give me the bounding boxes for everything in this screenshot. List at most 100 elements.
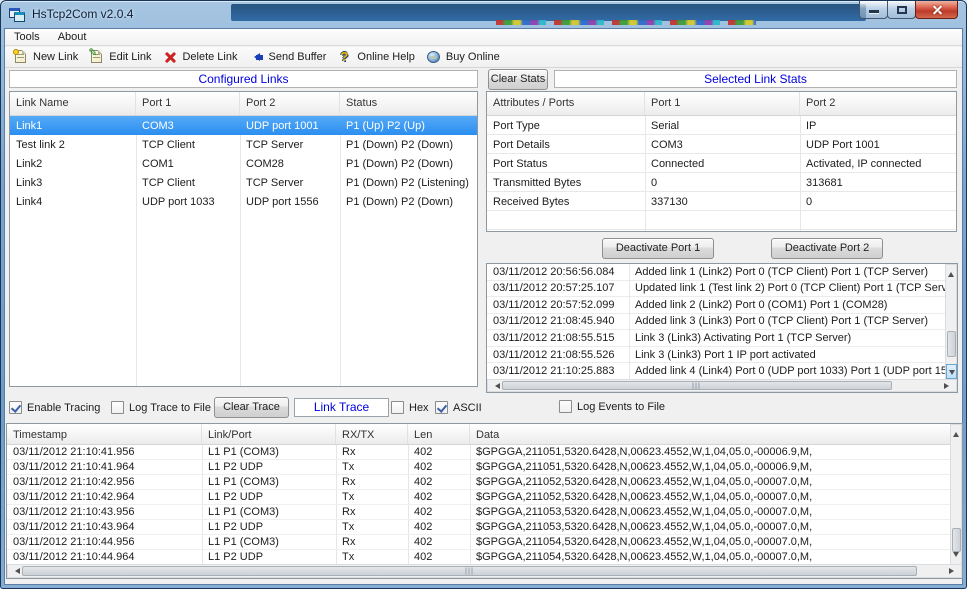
stats-row: Received Bytes 337130 0 <box>487 192 956 211</box>
scroll-down-icon[interactable] <box>953 552 959 560</box>
link-row[interactable]: Link2 COM1 COM28 P1 (Down) P2 (Down) <box>10 154 477 173</box>
link-trace-title: Link Trace <box>294 398 389 417</box>
enable-tracing-checkbox[interactable] <box>9 401 22 414</box>
scroll-down-button[interactable] <box>946 364 957 379</box>
trace-row[interactable]: 03/11/2012 21:10:44.964 L1 P2 UDP Tx 402… <box>7 550 952 565</box>
column-header: Attributes / Ports <box>487 92 645 115</box>
trace-vscrollbar[interactable] <box>950 424 962 565</box>
window-title: HsTcp2Com v2.0.4 <box>32 7 133 21</box>
maximize-icon <box>897 6 907 14</box>
trace-row[interactable]: 03/11/2012 21:10:43.964 L1 P2 UDP Tx 402… <box>7 520 952 535</box>
scroll-left-icon[interactable] <box>492 383 500 389</box>
column-divider <box>629 264 630 380</box>
event-row[interactable]: 03/11/2012 21:10:25.883 Added link 4 (Li… <box>487 363 946 380</box>
new-document-icon <box>13 49 29 65</box>
scroll-up-icon[interactable] <box>953 429 959 437</box>
deactivate-port1-button[interactable]: Deactivate Port 1 <box>602 238 714 259</box>
log-trace-label: Log Trace to File <box>129 402 211 414</box>
toolbar: New Link ✎ Edit Link Delete Link Send Bu… <box>5 47 962 68</box>
link-row[interactable]: Link1 COM3 UDP port 1001 P1 (Up) P2 (Up) <box>10 116 477 135</box>
log-trace-checkbox[interactable] <box>111 401 124 414</box>
column-header[interactable]: Link Name <box>10 92 136 115</box>
trace-row[interactable]: 03/11/2012 21:10:44.956 L1 P1 (COM3) Rx … <box>7 535 952 550</box>
event-row[interactable]: 03/11/2012 21:08:45.940 Added link 3 (Li… <box>487 314 946 331</box>
trace-row[interactable]: 03/11/2012 21:10:41.964 L1 P2 UDP Tx 402… <box>7 460 952 475</box>
ascii-checkbox[interactable] <box>435 401 448 414</box>
minimize-button[interactable] <box>859 1 888 19</box>
desktop-glimpse-strip <box>496 20 756 25</box>
column-header[interactable]: Timestamp <box>7 424 202 444</box>
column-header[interactable]: Port 2 <box>240 92 340 115</box>
edit-document-icon: ✎ <box>89 49 105 65</box>
title-bar[interactable]: HsTcp2Com v2.0.4 <box>1 1 966 28</box>
event-log: 03/11/2012 20:56:56.084 Added link 1 (Li… <box>486 263 958 393</box>
scrollbar-thumb[interactable] <box>952 528 961 552</box>
scroll-right-icon[interactable] <box>944 383 952 389</box>
event-log-hscrollbar[interactable] <box>487 379 957 392</box>
menu-tools[interactable]: Tools <box>5 29 49 45</box>
event-row[interactable]: 03/11/2012 20:57:52.099 Added link 2 (Li… <box>487 297 946 314</box>
column-header[interactable]: Port 1 <box>136 92 240 115</box>
clear-stats-button[interactable]: Clear Stats <box>488 69 548 90</box>
deactivate-port2-button[interactable]: Deactivate Port 2 <box>771 238 883 259</box>
trace-hscrollbar[interactable] <box>7 564 962 578</box>
scroll-up-icon[interactable] <box>948 269 954 277</box>
red-x-icon <box>162 49 178 65</box>
link-row[interactable]: Link3 TCP Client TCP Server P1 (Down) P2… <box>10 173 477 192</box>
maximize-button[interactable] <box>887 1 916 19</box>
trace-row[interactable]: 03/11/2012 21:10:43.956 L1 P1 (COM3) Rx … <box>7 505 952 520</box>
configured-links-header: Link Name Port 1 Port 2 Status <box>10 92 477 116</box>
event-row[interactable]: 03/11/2012 21:08:55.515 Link 3 (Link3) A… <box>487 330 946 347</box>
clear-trace-button[interactable]: Clear Trace <box>214 397 289 418</box>
hex-checkbox[interactable] <box>391 401 404 414</box>
log-events-label: Log Events to File <box>577 401 665 413</box>
trace-body: 03/11/2012 21:10:41.956 L1 P1 (COM3) Rx … <box>7 445 952 565</box>
selected-link-stats-title: Selected Link Stats <box>554 70 957 88</box>
close-button[interactable] <box>915 1 958 19</box>
configured-links-body: Link1 COM3 UDP port 1001 P1 (Up) P2 (Up)… <box>10 116 477 386</box>
column-header[interactable]: RX/TX <box>336 424 408 444</box>
stats-row: Port Status Connected Activated, IP conn… <box>487 154 956 173</box>
column-header[interactable]: Status <box>340 92 477 115</box>
buy-online-button[interactable]: Buy Online <box>422 47 507 67</box>
trace-row[interactable]: 03/11/2012 21:10:42.956 L1 P1 (COM3) Rx … <box>7 475 952 490</box>
log-events-checkbox[interactable] <box>559 400 572 413</box>
link-stats-header: Attributes / Ports Port 1 Port 2 <box>487 92 956 116</box>
enable-tracing-label: Enable Tracing <box>27 402 100 414</box>
question-mark-icon: ? <box>337 49 353 65</box>
edit-link-button[interactable]: ✎ Edit Link <box>85 47 158 67</box>
link-row[interactable]: Link4 UDP port 1033 UDP port 1556 P1 (Do… <box>10 192 477 211</box>
trace-row[interactable]: 03/11/2012 21:10:42.964 L1 P2 UDP Tx 402… <box>7 490 952 505</box>
column-header[interactable]: Link/Port <box>202 424 336 444</box>
minimize-icon <box>869 10 879 13</box>
globe-icon <box>426 49 442 65</box>
configured-links-title: Configured Links <box>9 70 478 88</box>
stats-row: Port Type Serial IP <box>487 116 956 135</box>
event-row[interactable]: 03/11/2012 20:56:56.084 Added link 1 (Li… <box>487 264 946 281</box>
scrollbar-thumb[interactable] <box>22 566 917 576</box>
event-log-vscrollbar[interactable] <box>945 264 957 380</box>
new-link-button[interactable]: New Link <box>9 47 85 67</box>
event-row[interactable]: 03/11/2012 20:57:25.107 Updated link 1 (… <box>487 281 946 298</box>
scroll-down-icon <box>949 370 955 378</box>
column-header[interactable]: Len <box>408 424 470 444</box>
trace-row[interactable]: 03/11/2012 21:10:41.956 L1 P1 (COM3) Rx … <box>7 445 952 460</box>
trace-header: Timestamp Link/Port RX/TX Len Data <box>7 424 952 445</box>
link-row[interactable]: Test link 2 TCP Client TCP Server P1 (Do… <box>10 135 477 154</box>
delete-link-button[interactable]: Delete Link <box>158 47 244 67</box>
scrollbar-thumb[interactable] <box>947 331 956 357</box>
link-stats-body: Port Type Serial IP Port Details COM3 UD… <box>487 116 956 231</box>
online-help-button[interactable]: ? Online Help <box>333 47 421 67</box>
menu-about[interactable]: About <box>49 29 96 45</box>
app-icon[interactable] <box>9 6 25 22</box>
stats-row: Transmitted Bytes 0 313681 <box>487 173 956 192</box>
send-buffer-button[interactable]: Send Buffer <box>245 47 334 67</box>
configured-links-table: Link Name Port 1 Port 2 Status Link1 COM… <box>9 91 478 387</box>
column-header: Port 2 <box>800 92 956 115</box>
event-row[interactable]: 03/11/2012 21:08:55.526 Link 3 (Link3) P… <box>487 347 946 364</box>
column-header[interactable]: Data <box>470 424 952 444</box>
scrollbar-thumb[interactable] <box>502 381 892 390</box>
trace-table: Timestamp Link/Port RX/TX Len Data 03/11… <box>6 423 963 579</box>
scroll-right-icon[interactable] <box>949 568 957 574</box>
scroll-left-icon[interactable] <box>12 568 20 574</box>
